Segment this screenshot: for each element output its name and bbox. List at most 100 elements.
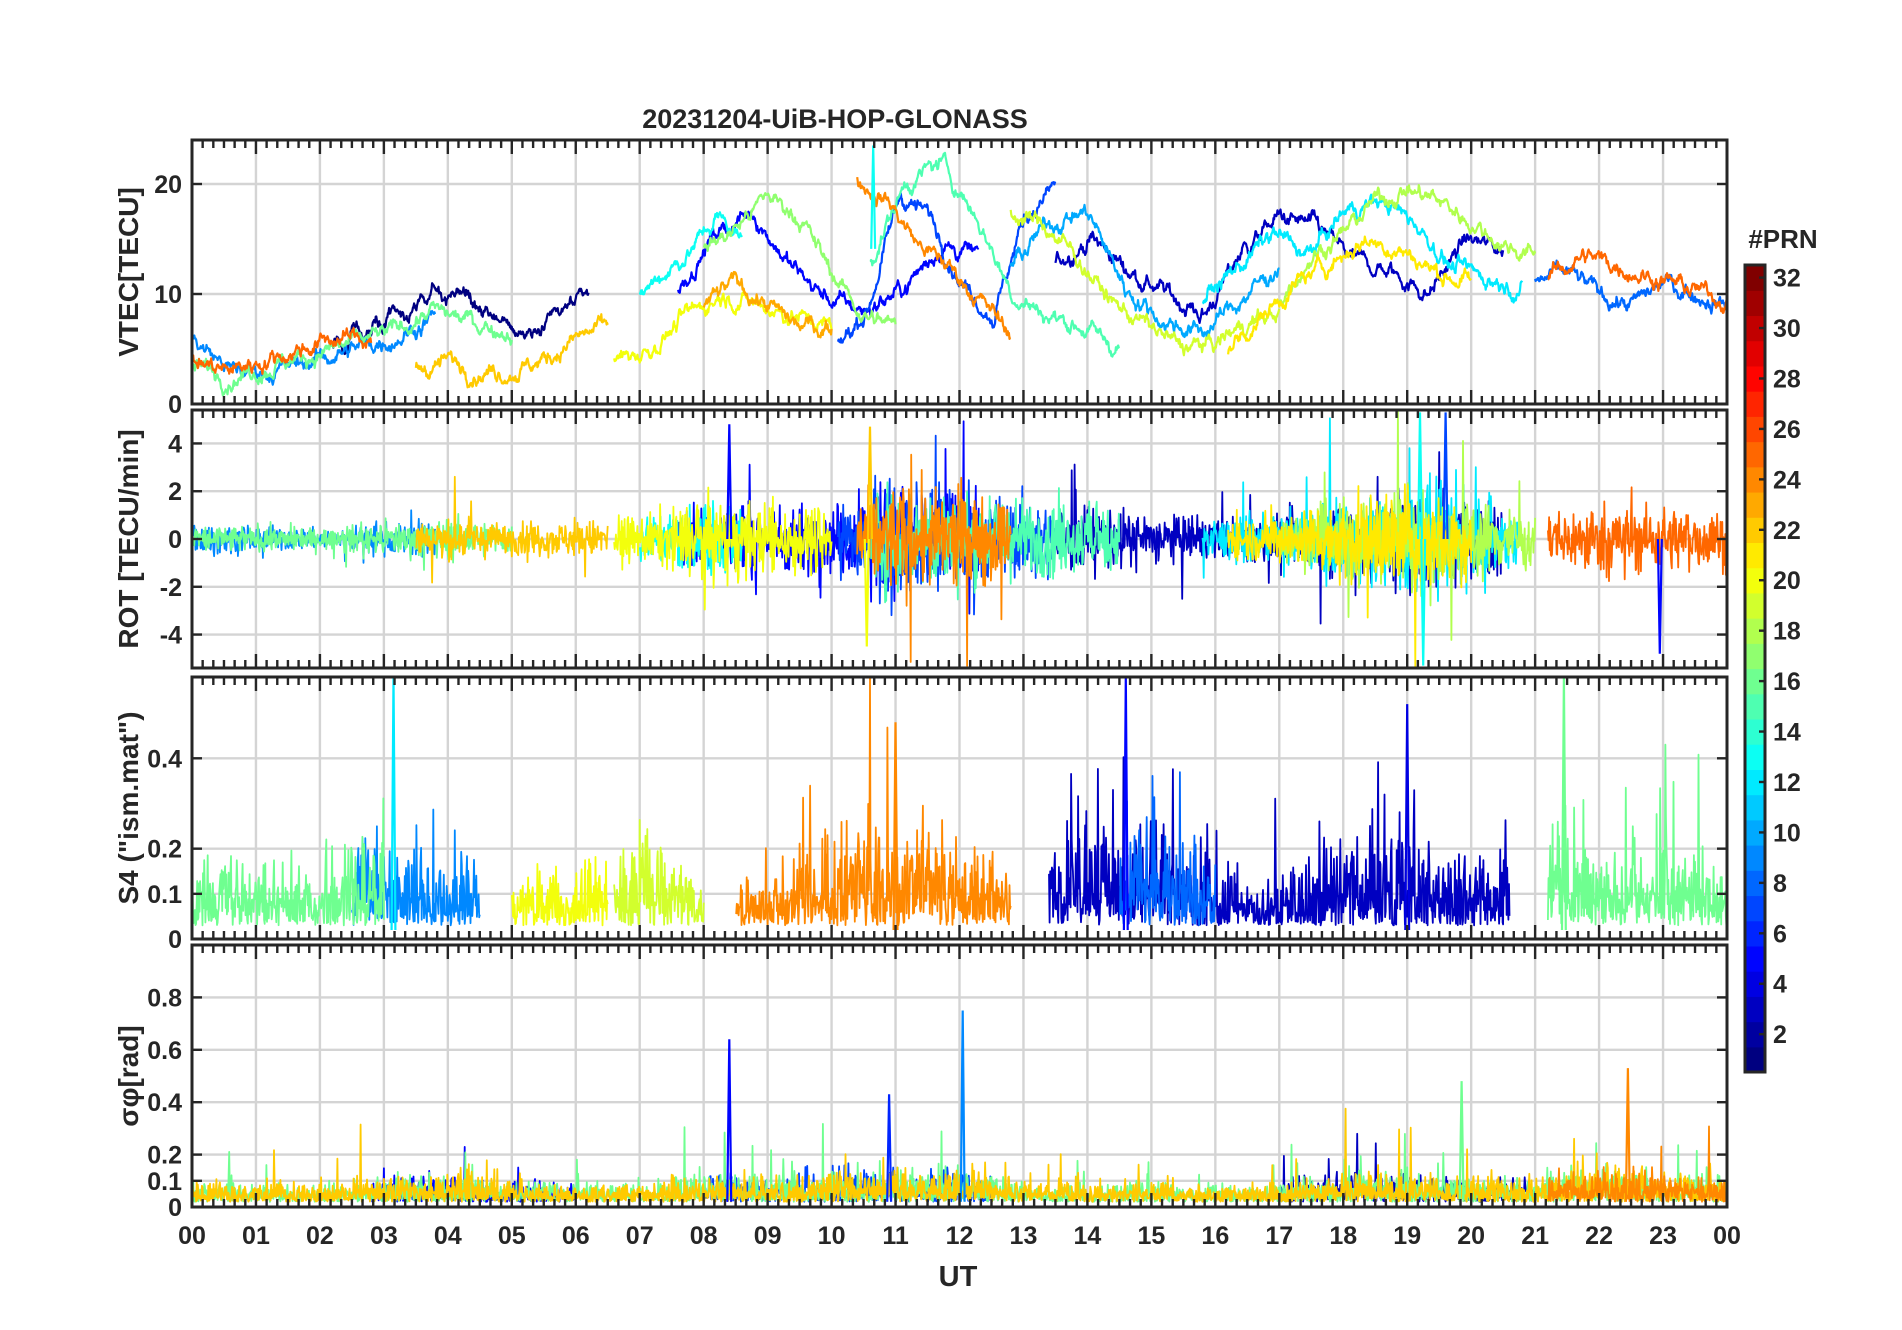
ytick-label-rot-2: 0 xyxy=(168,526,182,554)
series-line-vtec-prn24-18 xyxy=(856,176,1012,340)
colorbar-tick-label-4: 10 xyxy=(1773,819,1801,847)
ytick-label-vtec-1: 10 xyxy=(154,281,182,309)
xtick-label-10: 10 xyxy=(818,1222,846,1250)
series-line-vtec-prn16-10 xyxy=(192,300,513,397)
colorbar-segment-1 xyxy=(1745,1046,1765,1073)
xtick-label-9: 09 xyxy=(754,1222,782,1250)
panels: 01020VTEC[TECU]-4-2024ROT [TECU/min]00.1… xyxy=(113,138,1741,1250)
ytick-label-rot-1: -2 xyxy=(160,574,182,602)
ylabel-s4: S4 ("ism.mat") xyxy=(113,711,144,904)
colorbar-segment-19 xyxy=(1745,592,1765,619)
colorbar-segment-3 xyxy=(1745,996,1765,1023)
colorbar-tick-label-5: 12 xyxy=(1773,769,1801,797)
ytick-label-sigma-5: 0.8 xyxy=(147,984,182,1012)
xtick-label-11: 11 xyxy=(882,1222,909,1250)
xtick-label-22: 22 xyxy=(1585,1222,1613,1250)
ytick-label-rot-4: 4 xyxy=(168,430,182,458)
colorbar-segment-15 xyxy=(1745,693,1765,720)
xtick-label-20: 20 xyxy=(1457,1222,1485,1250)
panel-s4: 0 0.1 0.2 0.4S4 ("ism.mat") xyxy=(113,675,1729,954)
series-line-s4-prn9-1 xyxy=(351,808,481,927)
xtick-label-21: 21 xyxy=(1521,1222,1549,1250)
colorbar-tick-label-7: 16 xyxy=(1773,668,1801,696)
colorbar-tick-label-0: 2 xyxy=(1773,1021,1787,1049)
grid-sigma xyxy=(192,945,1727,1207)
colorbar-tick-label-6: 14 xyxy=(1773,719,1801,747)
xtick-label-15: 15 xyxy=(1137,1222,1165,1250)
ytick-label-rot-3: 2 xyxy=(168,478,182,506)
ytick-label-s4-3: 0.4 xyxy=(147,745,182,773)
ytick-label-sigma-1: 0.1 xyxy=(147,1168,182,1196)
series-line-vtec-prn17-11 xyxy=(702,192,897,325)
xtick-label-0: 00 xyxy=(178,1222,206,1250)
colorbar-tick-label-10: 22 xyxy=(1773,517,1801,545)
ytick-label-s4-2: 0.2 xyxy=(147,836,182,864)
colorbar-segment-11 xyxy=(1745,794,1765,821)
colorbar-tick-label-14: 30 xyxy=(1773,315,1801,343)
colorbar-segment-27 xyxy=(1745,391,1765,417)
ytick-label-vtec-2: 20 xyxy=(154,171,182,199)
colorbar-segment-7 xyxy=(1745,895,1765,922)
colorbar-tick-label-15: 32 xyxy=(1773,265,1801,293)
xtick-label-6: 06 xyxy=(562,1222,590,1250)
ytick-label-sigma-2: 0.2 xyxy=(147,1142,182,1170)
colorbar-segment-31 xyxy=(1745,290,1765,317)
colorbar-segment-21 xyxy=(1745,542,1765,569)
colorbar: #PRN 2468101214161820222426283032 xyxy=(1743,224,1818,1074)
colorbar-tick-label-9: 20 xyxy=(1773,567,1801,595)
colorbar-tick-label-2: 6 xyxy=(1773,920,1787,948)
colorbar-tick-label-13: 28 xyxy=(1773,365,1801,393)
xtick-label-13: 13 xyxy=(1010,1222,1038,1250)
ylabel-rot: ROT [TECU/min] xyxy=(113,429,144,648)
xtick-label-16: 16 xyxy=(1201,1222,1229,1250)
colorbar-segment-29 xyxy=(1745,340,1765,367)
ytick-label-sigma-0: 0 xyxy=(168,1194,182,1222)
panel-vtec: 0 10 20 VTEC[TECU] xyxy=(113,138,1729,419)
spike-sigma-0 xyxy=(959,1010,966,1202)
colorbar-segment-13 xyxy=(1745,744,1765,770)
xtick-label-17: 17 xyxy=(1265,1222,1293,1250)
xtick-label-23: 23 xyxy=(1649,1222,1677,1250)
panel-rot: -4 -2 0 2 4 ROT [TECU/min] xyxy=(113,408,1729,670)
colorbar-segment-25 xyxy=(1745,441,1765,468)
xtick-label-5: 05 xyxy=(498,1222,526,1250)
xtick-label-1: 01 xyxy=(242,1222,270,1250)
xtick-label-3: 03 xyxy=(370,1222,398,1250)
spike-sigma-1 xyxy=(726,1039,733,1202)
xtick-label-12: 12 xyxy=(946,1222,974,1250)
colorbar-segment-5 xyxy=(1745,945,1765,972)
ytick-label-s4-1: 0.1 xyxy=(147,881,182,909)
ytick-label-sigma-4: 0.6 xyxy=(147,1037,182,1065)
colorbar-segment-17 xyxy=(1745,643,1765,670)
xtick-label-2: 02 xyxy=(306,1222,334,1250)
xtick-label-8: 08 xyxy=(690,1222,718,1250)
ytick-label-sigma-3: 0.4 xyxy=(147,1089,182,1117)
colorbar-segment-23 xyxy=(1745,491,1765,518)
xtick-label-14: 14 xyxy=(1074,1222,1102,1250)
xtick-label-19: 19 xyxy=(1393,1222,1421,1250)
x-tick-labels: 00 01 02 03 04 05 06 07 08 09 10 11 12 13 14 15 16 17 18 19… xyxy=(178,1222,1741,1250)
ytick-label-s4-0: 0 xyxy=(168,926,182,954)
series-line-s4-prn24-6 xyxy=(735,677,1012,927)
grid-vtec xyxy=(192,140,1727,404)
ylabel-vtec: VTEC[TECU] xyxy=(113,187,144,357)
colorbar-label: #PRN xyxy=(1748,224,1817,254)
ylabel-sigma: σφ[rad] xyxy=(113,1025,144,1126)
spike-rot-5 xyxy=(863,538,870,647)
xtick-label-4: 04 xyxy=(434,1222,462,1250)
series-line-s4-prn20-5 xyxy=(510,856,609,927)
x-axis-label: UT xyxy=(939,1261,978,1293)
xtick-label-7: 07 xyxy=(626,1222,654,1250)
colorbar-tick-label-3: 8 xyxy=(1773,870,1787,898)
series-line-s4-prn16-3 xyxy=(1547,743,1727,927)
ytick-label-vtec-0: 0 xyxy=(168,391,182,419)
colorbar-tick-label-1: 4 xyxy=(1773,971,1787,999)
panel-sigma: 00.10.2 0.4 0.6 0.8σφ[rad] xyxy=(113,943,1729,1222)
colorbar-segment-9 xyxy=(1745,845,1765,871)
series-line-s4-prn19-4 xyxy=(613,819,705,927)
series-line-vtec-prn13-8 xyxy=(638,211,743,296)
xtick-label-24: 00 xyxy=(1713,1222,1741,1250)
ytick-label-rot-0: -4 xyxy=(160,622,182,650)
spike-vtec-0 xyxy=(870,145,877,249)
colorbar-tick-label-12: 26 xyxy=(1773,416,1801,444)
